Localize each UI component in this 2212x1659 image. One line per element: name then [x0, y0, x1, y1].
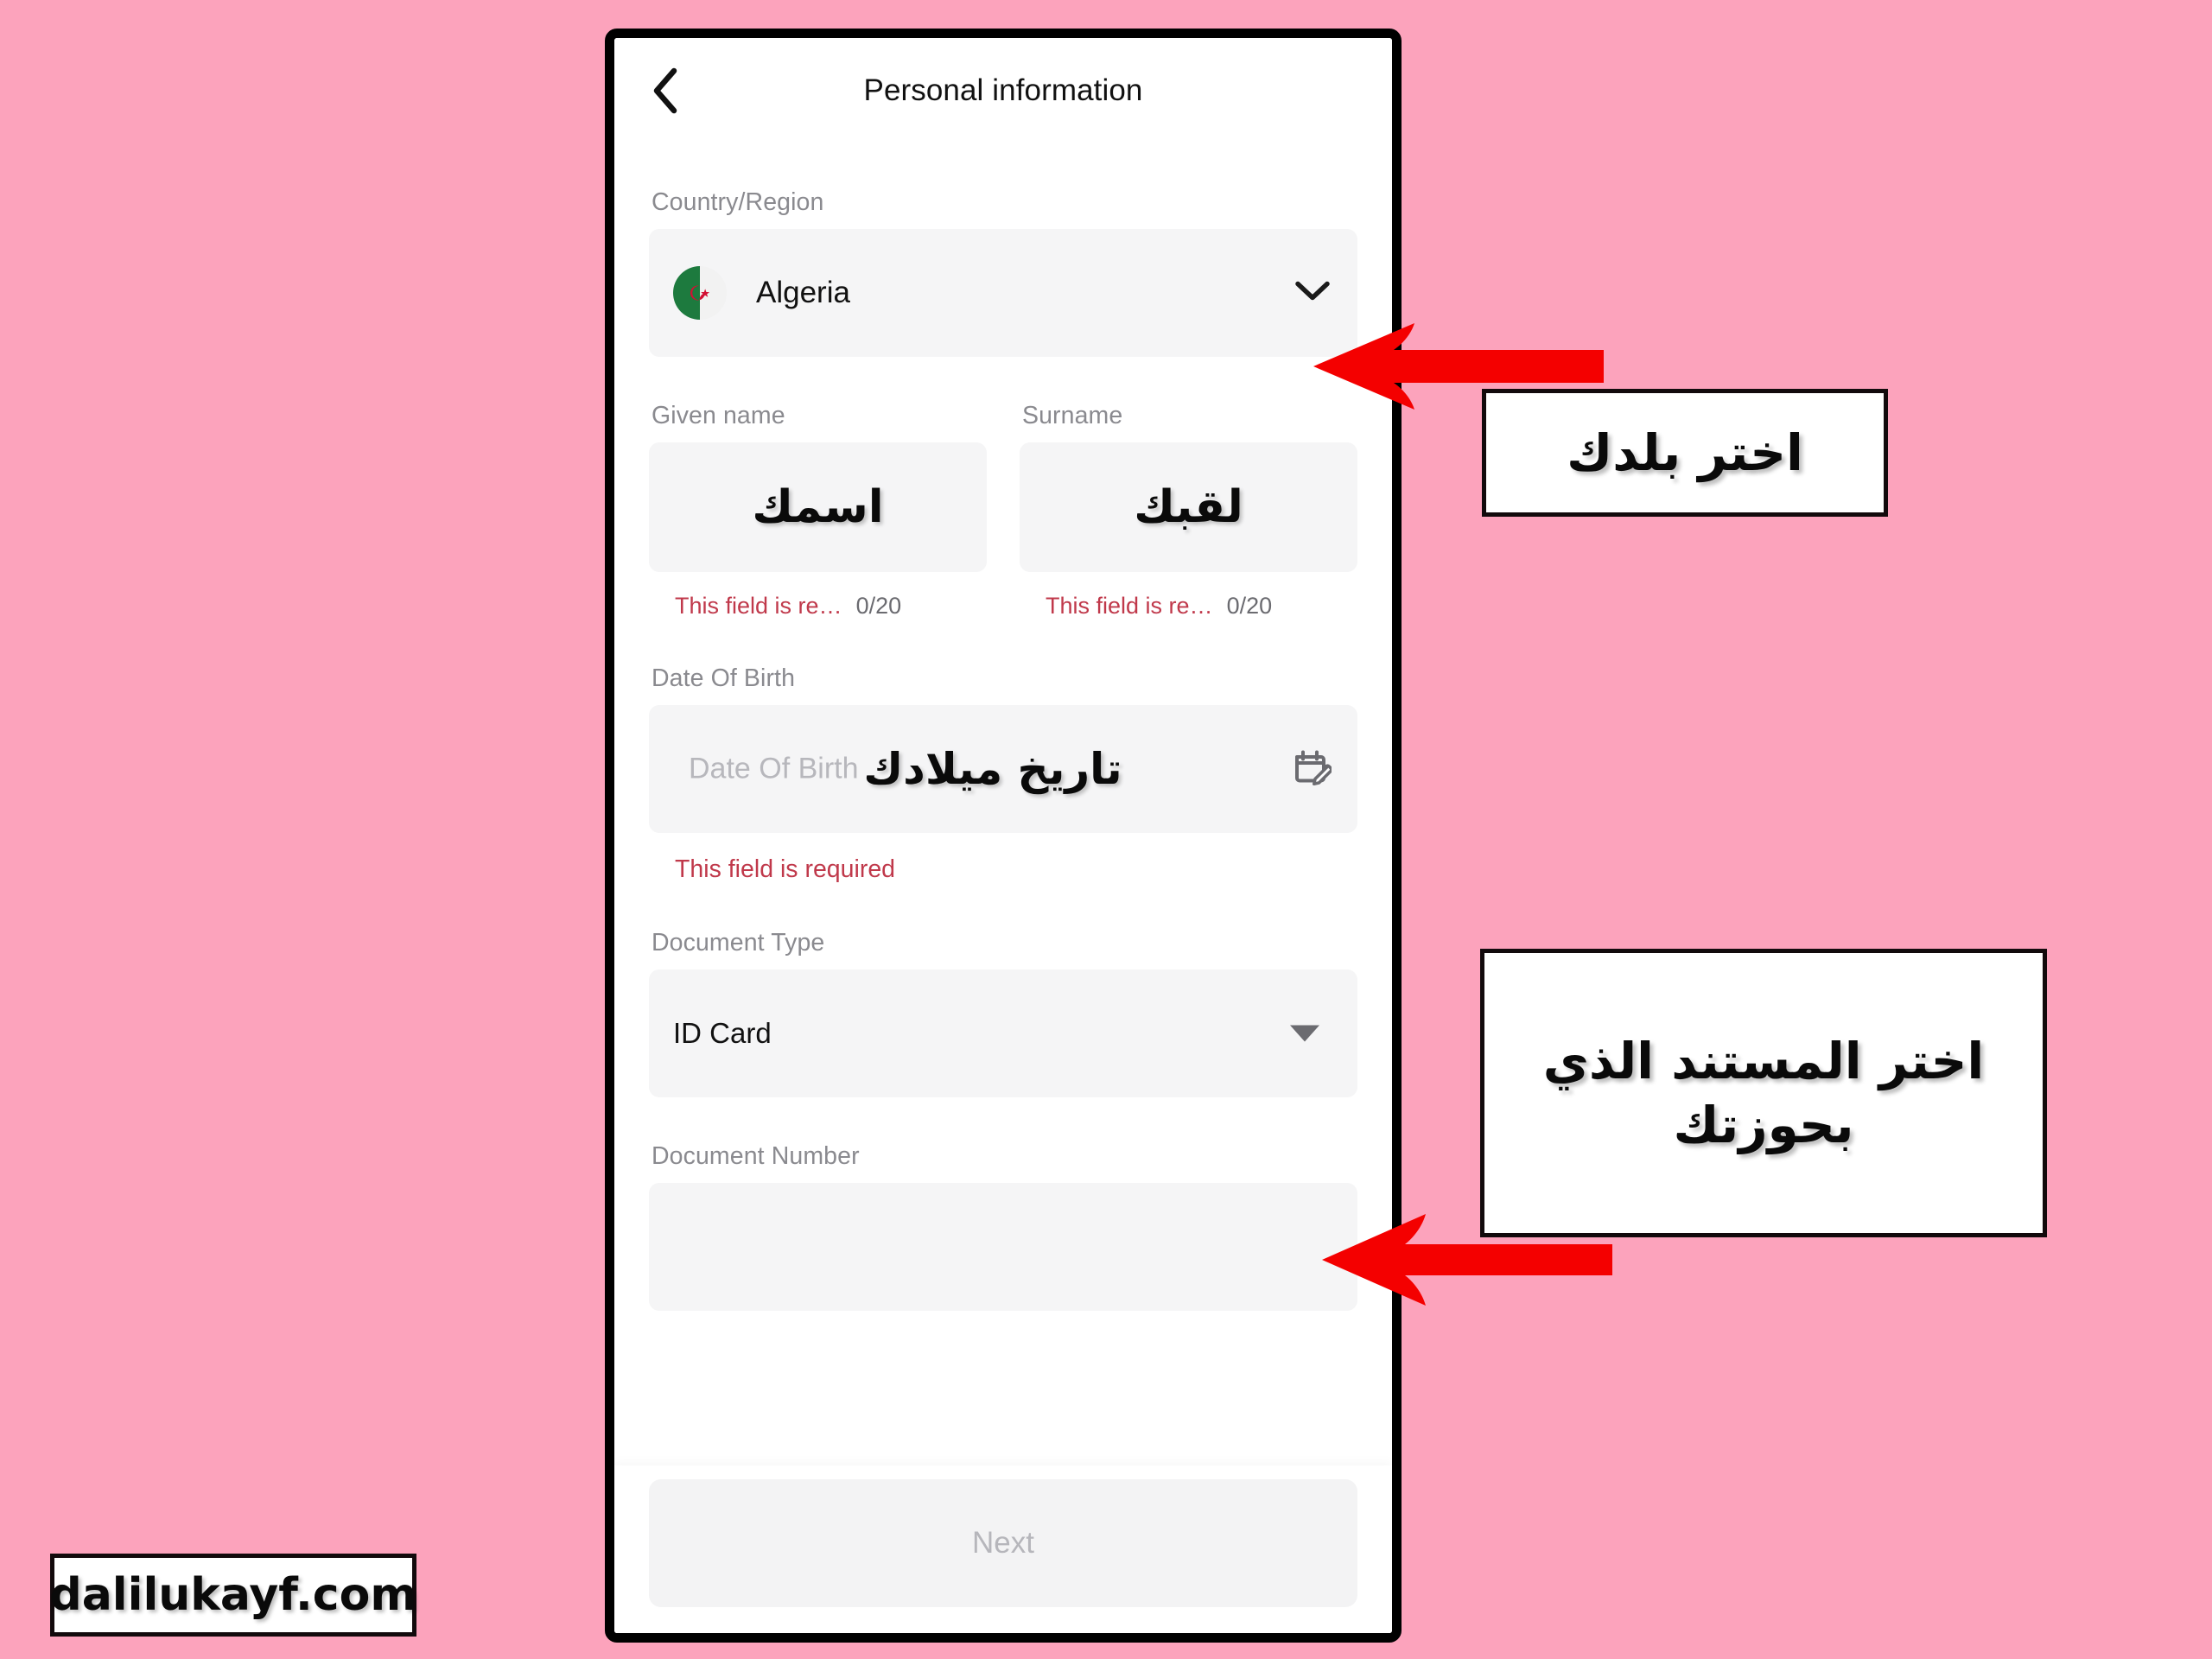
surname-label: Surname: [1022, 402, 1123, 429]
date-of-birth-annotation: تاريخ ميلادك: [863, 744, 1122, 794]
document-type-value: ID Card: [673, 1017, 772, 1049]
app-header: Personal information: [614, 38, 1392, 143]
callout-choose-country-text: اختر بلدك: [1567, 423, 1803, 482]
document-type-select[interactable]: ID Card: [649, 969, 1357, 1097]
given-name-helper: This field is re… 0/20: [649, 593, 987, 620]
date-of-birth-label: Date Of Birth: [652, 664, 796, 692]
callout-choose-document: اختر المستند الذي بحوزتك: [1480, 949, 2047, 1237]
phone-frame: Personal information Country/Region Alge…: [605, 29, 1402, 1643]
watermark: dalilukayf.com: [49, 1554, 417, 1637]
surname-annotation: لقبك: [1134, 481, 1243, 533]
given-name-annotation: اسمك: [752, 481, 884, 533]
date-of-birth-input[interactable]: Date Of Birth تاريخ ميلادك: [649, 705, 1357, 833]
surname-input[interactable]: لقبك: [1020, 442, 1357, 572]
surname-helper: This field is re… 0/20: [1020, 593, 1357, 620]
date-of-birth-placeholder: Date Of Birth: [689, 752, 859, 785]
bottom-action-bar: Next: [614, 1465, 1392, 1633]
screenshot-canvas: Personal information Country/Region Alge…: [0, 0, 2212, 1659]
personal-information-form: Country/Region Algeria Given name اسمك T…: [614, 188, 1392, 1338]
watermark-text: dalilukayf.com: [49, 1569, 417, 1621]
callout-choose-document-text: اختر المستند الذي بحوزتك: [1542, 1031, 1985, 1154]
calendar-edit-icon[interactable]: [1292, 747, 1333, 791]
caret-down-icon[interactable]: [1290, 1025, 1319, 1042]
given-name-field: Given name اسمك This field is re… 0/20: [649, 402, 987, 620]
page-title: Personal information: [863, 73, 1143, 107]
given-name-counter: 0/20: [855, 593, 902, 619]
surname-error: This field is re…: [1046, 593, 1213, 619]
given-name-error: This field is re…: [675, 593, 842, 619]
country-value: Algeria: [756, 276, 850, 309]
given-name-label: Given name: [652, 402, 785, 429]
document-type-label: Document Type: [652, 929, 825, 957]
name-fields-row: Given name اسمك This field is re… 0/20 S…: [649, 402, 1357, 620]
back-button[interactable]: [642, 67, 689, 114]
given-name-input[interactable]: اسمك: [649, 442, 987, 572]
phone-screen: Personal information Country/Region Alge…: [614, 38, 1392, 1633]
chevron-left-icon: [651, 67, 680, 114]
country-label: Country/Region: [652, 188, 824, 216]
document-number-label: Document Number: [652, 1142, 860, 1170]
next-button[interactable]: Next: [649, 1479, 1357, 1607]
callout-choose-country: اختر بلدك: [1482, 389, 1888, 517]
surname-counter: 0/20: [1226, 593, 1273, 619]
algeria-flag-icon: [673, 266, 727, 320]
document-number-input[interactable]: [649, 1183, 1357, 1311]
surname-field: Surname لقبك This field is re… 0/20: [1020, 402, 1357, 620]
date-of-birth-error: This field is required: [675, 855, 896, 883]
chevron-down-icon[interactable]: [1294, 279, 1332, 308]
country-select[interactable]: Algeria: [649, 229, 1357, 357]
